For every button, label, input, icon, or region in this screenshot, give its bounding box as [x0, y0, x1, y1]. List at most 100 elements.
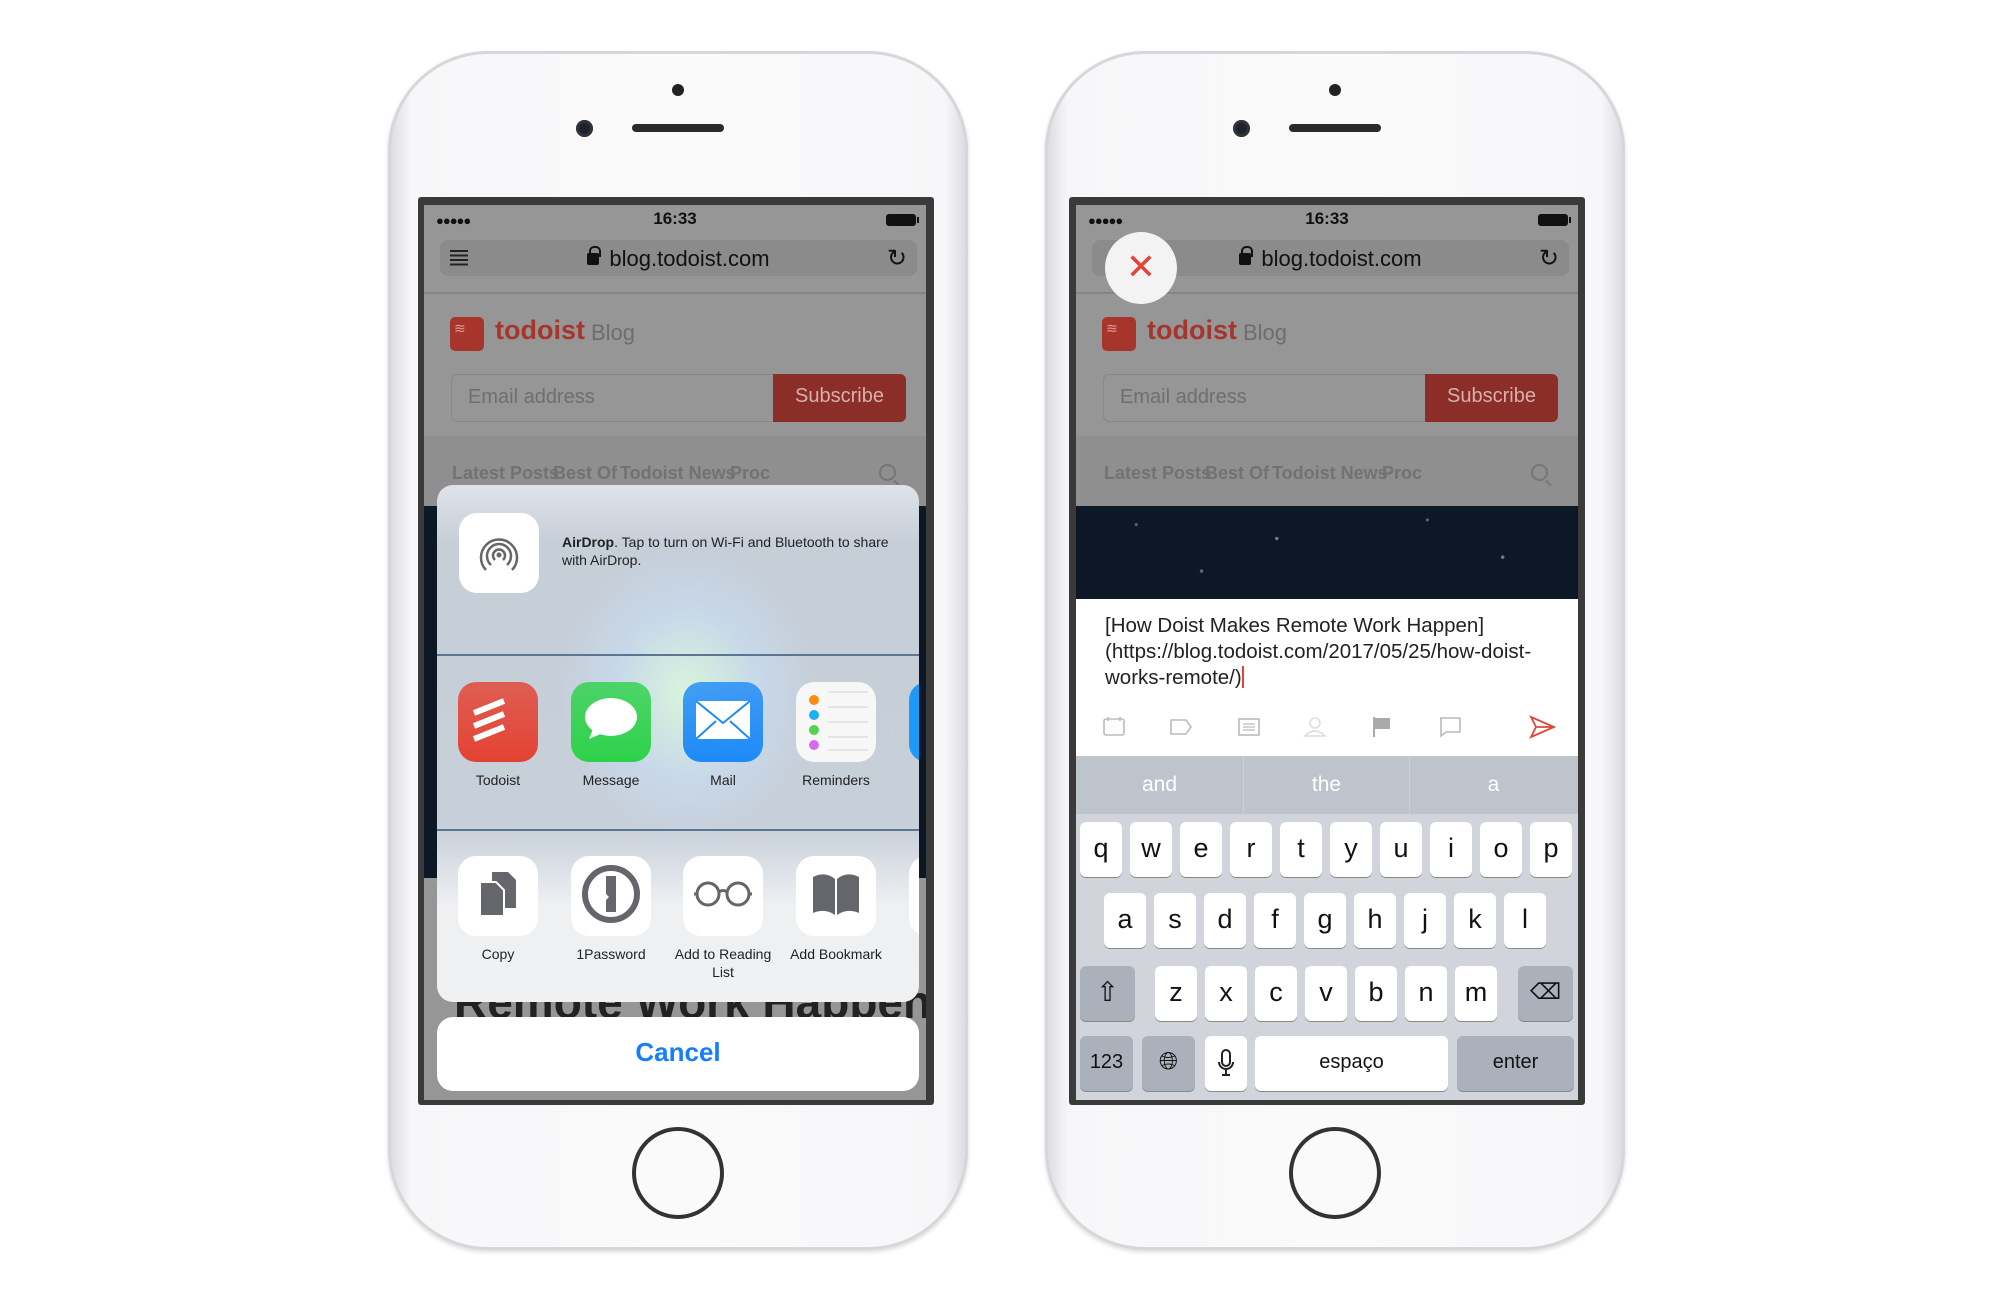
subscribe-button[interactable]: Subscribe	[1425, 374, 1558, 422]
close-button[interactable]: ✕	[1105, 232, 1177, 304]
nav-todoist-news[interactable]: Todoist News	[620, 463, 736, 484]
shift-icon: ⇧	[1096, 977, 1119, 1007]
share-app-mail[interactable]	[683, 682, 763, 762]
search-icon[interactable]	[879, 464, 896, 481]
nav-latest-posts[interactable]: Latest Posts	[452, 463, 559, 484]
shift-key[interactable]: ⇧	[1080, 966, 1135, 1021]
delete-key[interactable]: ⌫	[1518, 966, 1573, 1021]
share-app-message[interactable]	[571, 682, 651, 762]
key-j[interactable]: j	[1404, 893, 1446, 948]
earpiece	[632, 124, 724, 132]
key-f[interactable]: f	[1254, 893, 1296, 948]
nav-more[interactable]: Proc	[1382, 463, 1422, 484]
suggestion[interactable]: a	[1410, 756, 1577, 814]
key-w[interactable]: w	[1130, 822, 1172, 877]
divider	[437, 829, 919, 831]
airdrop-button[interactable]	[459, 513, 539, 593]
numbers-key[interactable]: 123	[1080, 1036, 1133, 1091]
send-icon[interactable]	[1529, 715, 1557, 739]
key-g[interactable]: g	[1304, 893, 1346, 948]
glasses-icon	[693, 879, 753, 914]
task-text: [How Doist Makes Remote Work Happen](htt…	[1105, 614, 1532, 689]
share-app-label: Message	[582, 772, 640, 788]
key-r[interactable]: r	[1230, 822, 1272, 877]
globe-key[interactable]: 🌐︎	[1142, 1036, 1195, 1091]
subscribe-button[interactable]: Subscribe	[773, 374, 906, 422]
assign-icon[interactable]	[1303, 715, 1327, 737]
enter-key[interactable]: enter	[1457, 1036, 1574, 1091]
key-y[interactable]: y	[1330, 822, 1372, 877]
screen-share-sheet: ●●●●● 16:33 blog.todoist.com ↻ ≋ todoist…	[424, 205, 926, 1100]
sensor	[672, 84, 684, 96]
dictation-key[interactable]	[1205, 1036, 1247, 1091]
flag-icon[interactable]	[1370, 715, 1394, 737]
nav-latest-posts[interactable]: Latest Posts	[1104, 463, 1211, 484]
home-button[interactable]	[632, 1127, 724, 1219]
action-copy[interactable]	[458, 856, 538, 936]
nav-best-of[interactable]: Best Of	[553, 463, 617, 484]
key-d[interactable]: d	[1204, 893, 1246, 948]
divider	[437, 654, 919, 656]
airdrop-icon	[479, 538, 519, 571]
action-onepassword[interactable]	[571, 856, 651, 936]
key-q[interactable]: q	[1080, 822, 1122, 877]
key-t[interactable]: t	[1280, 822, 1322, 877]
key-u[interactable]: u	[1380, 822, 1422, 877]
sensor	[1329, 84, 1341, 96]
key-p[interactable]: p	[1530, 822, 1572, 877]
nav-todoist-news[interactable]: Todoist News	[1272, 463, 1388, 484]
address-bar[interactable]: blog.todoist.com ↻	[440, 240, 917, 276]
key-l[interactable]: l	[1504, 893, 1546, 948]
key-i[interactable]: i	[1430, 822, 1472, 877]
space-key[interactable]: espaço	[1255, 1036, 1448, 1091]
microphone-icon	[1218, 1049, 1234, 1076]
key-z[interactable]: z	[1155, 966, 1197, 1021]
action-glasses[interactable]	[683, 856, 763, 936]
backspace-icon: ⌫	[1529, 979, 1562, 1004]
earpiece	[1289, 124, 1381, 132]
project-icon[interactable]	[1237, 715, 1261, 737]
nav-more[interactable]: Proc	[730, 463, 770, 484]
share-app-todoist[interactable]	[458, 682, 538, 762]
search-icon[interactable]	[1531, 464, 1548, 481]
suggestion[interactable]: the	[1243, 756, 1410, 814]
suggestion[interactable]: and	[1076, 756, 1243, 814]
nav-best-of[interactable]: Best Of	[1205, 463, 1269, 484]
clock: 16:33	[1305, 209, 1349, 228]
reload-icon[interactable]: ↻	[1539, 244, 1559, 273]
key-e[interactable]: e	[1180, 822, 1222, 877]
home-button[interactable]	[1289, 1127, 1381, 1219]
action-label: Copy	[481, 946, 515, 962]
share-app-partial[interactable]	[909, 682, 919, 762]
email-input[interactable]: Email address	[451, 374, 773, 422]
front-camera	[1233, 120, 1250, 137]
key-s[interactable]: s	[1154, 893, 1196, 948]
key-h[interactable]: h	[1354, 893, 1396, 948]
action-label: 1Password	[576, 946, 646, 962]
reload-icon[interactable]: ↻	[887, 244, 907, 273]
key-o[interactable]: o	[1480, 822, 1522, 877]
key-b[interactable]: b	[1355, 966, 1397, 1021]
url-text: blog.todoist.com	[1261, 246, 1422, 271]
action-partial[interactable]	[909, 856, 919, 936]
key-m[interactable]: m	[1455, 966, 1497, 1021]
share-app-label: Reminders	[802, 772, 870, 788]
key-x[interactable]: x	[1205, 966, 1247, 1021]
brand-suffix: Blog	[1243, 320, 1288, 345]
share-app-reminders[interactable]	[796, 682, 876, 762]
key-a[interactable]: a	[1104, 893, 1146, 948]
cancel-button[interactable]: Cancel	[437, 1017, 919, 1091]
email-input[interactable]: Email address	[1103, 374, 1425, 422]
text-caret	[1241, 666, 1244, 688]
key-k[interactable]: k	[1454, 893, 1496, 948]
key-n[interactable]: n	[1405, 966, 1447, 1021]
comment-icon[interactable]	[1438, 715, 1462, 738]
label-icon[interactable]	[1169, 715, 1193, 737]
action-label: Add to Reading List	[674, 946, 772, 980]
copy-icon	[478, 870, 518, 923]
key-c[interactable]: c	[1255, 966, 1297, 1021]
task-input[interactable]: [How Doist Makes Remote Work Happen](htt…	[1105, 613, 1565, 691]
calendar-icon[interactable]	[1102, 715, 1126, 737]
key-v[interactable]: v	[1305, 966, 1347, 1021]
action-book[interactable]	[796, 856, 876, 936]
